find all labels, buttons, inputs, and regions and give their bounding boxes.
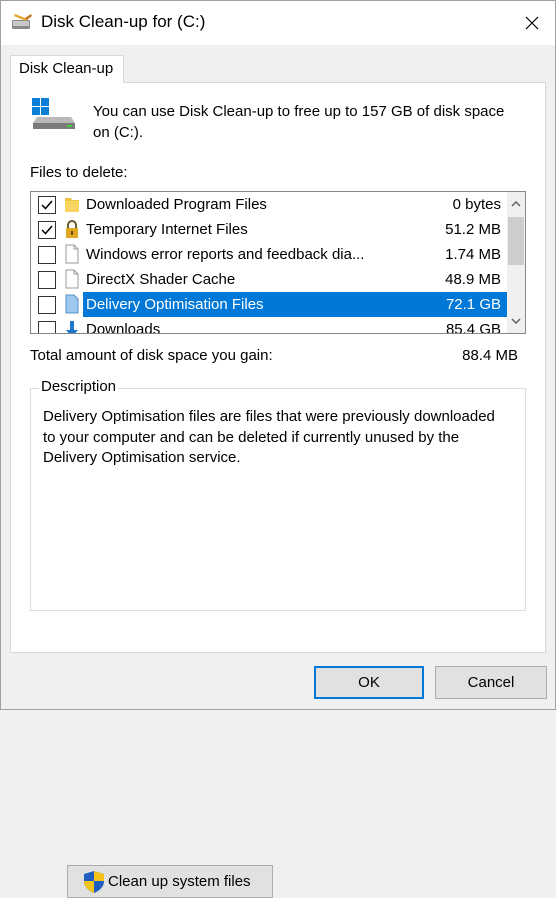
list-item[interactable]: Downloads 85.4 GB (31, 317, 507, 334)
disk-cleanup-window: Disk Clean-up for (C:) Disk Clean-up You… (0, 0, 556, 898)
total-gain-label: Total amount of disk space you gain: (30, 347, 273, 364)
list-item-size: 48.9 MB (445, 271, 501, 288)
list-item[interactable]: DirectX Shader Cache 48.9 MB (31, 267, 507, 292)
chevron-up-icon (511, 201, 521, 207)
document-icon (65, 269, 79, 289)
list-item-label: Downloaded Program Files (86, 196, 267, 213)
window-title: Disk Clean-up for (C:) (41, 12, 206, 31)
clean-up-system-files-button[interactable]: Clean up system files (67, 865, 273, 898)
list-item-size: 51.2 MB (445, 221, 501, 238)
description-group: Description Delivery Optimisation files … (30, 378, 526, 898)
tab-panel: You can use Disk Clean-up to free up to … (10, 82, 546, 898)
list-item-label: DirectX Shader Cache (86, 271, 236, 288)
close-icon (525, 16, 539, 30)
checkbox[interactable] (38, 321, 56, 333)
list-item-size: 72.1 GB (445, 296, 501, 313)
checkbox[interactable] (38, 246, 56, 264)
scroll-down-button[interactable] (507, 309, 525, 333)
list-item[interactable]: Delivery Optimisation Files 72.1 GB (31, 292, 507, 317)
list-item-label: Downloads (86, 321, 161, 334)
cancel-button[interactable]: Cancel (435, 666, 547, 699)
list-item-size: 85.4 GB (445, 321, 501, 334)
files-to-delete-label: Files to delete: (30, 164, 128, 181)
list-item-label: Temporary Internet Files (86, 221, 248, 238)
checkbox[interactable] (38, 296, 56, 314)
files-list[interactable]: Downloaded Program Files 0 bytes Tempora… (30, 191, 526, 334)
checkbox[interactable] (38, 221, 56, 239)
document-icon (65, 294, 79, 314)
uac-shield-icon (84, 871, 104, 893)
disk-cleanup-app-icon (12, 14, 32, 29)
vertical-scrollbar[interactable] (507, 192, 525, 333)
checkbox[interactable] (38, 271, 56, 289)
list-item-size: 1.74 MB (445, 246, 501, 263)
download-icon (66, 321, 78, 333)
close-button[interactable] (509, 1, 555, 45)
total-gain-value: 88.4 MB (462, 347, 518, 364)
list-item[interactable]: Downloaded Program Files 0 bytes (31, 192, 507, 217)
description-title: Description (39, 378, 119, 395)
list-item-label: Windows error reports and feedback dia..… (86, 246, 365, 263)
scroll-up-button[interactable] (507, 192, 525, 216)
description-text: Delivery Optimisation files are files th… (43, 408, 495, 466)
ok-button[interactable]: OK (314, 666, 424, 699)
drive-icon (32, 98, 75, 129)
clean-up-system-files-label: Clean up system files (108, 873, 251, 890)
document-icon (65, 244, 79, 264)
list-item[interactable]: Temporary Internet Files 51.2 MB (31, 217, 507, 242)
lock-icon (66, 220, 78, 238)
chevron-down-icon (511, 318, 521, 324)
scroll-thumb[interactable] (508, 217, 524, 265)
list-item[interactable]: Windows error reports and feedback dia..… (31, 242, 507, 267)
intro-text: You can use Disk Clean-up to free up to … (93, 103, 505, 141)
title-bar: Disk Clean-up for (C:) (1, 1, 555, 45)
list-item-size: 0 bytes (452, 196, 501, 213)
tab-disk-cleanup[interactable]: Disk Clean-up (10, 55, 124, 83)
folder-icon (65, 198, 79, 212)
checkbox[interactable] (38, 196, 56, 214)
list-item-label: Delivery Optimisation Files (83, 292, 507, 317)
